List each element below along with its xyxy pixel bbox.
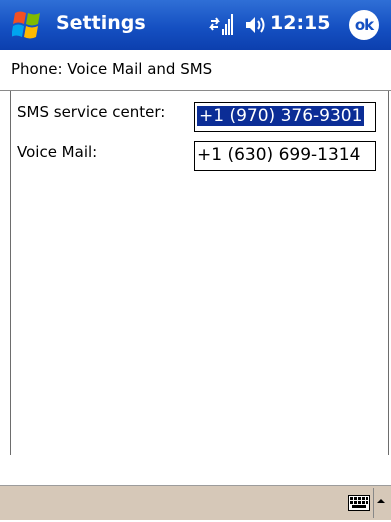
settings-content: SMS service center: +1 (970) 376-9301 Vo… <box>10 91 389 455</box>
voice-mail-value: +1 (630) 699-1314 <box>197 145 361 165</box>
sms-service-center-field[interactable]: +1 (970) 376-9301 <box>194 102 376 132</box>
app-title: Settings <box>56 12 146 34</box>
connectivity-icon[interactable] <box>209 13 235 37</box>
voice-mail-field[interactable]: +1 (630) 699-1314 <box>194 141 376 171</box>
title-bar: Settings 12:15 ok <box>0 0 391 50</box>
sms-service-center-value: +1 (970) 376-9301 <box>197 106 365 126</box>
sip-arrow-up-icon[interactable] <box>373 488 388 518</box>
start-menu-logo[interactable] <box>11 9 46 41</box>
ok-button[interactable]: ok <box>349 10 379 40</box>
page-header: Phone: Voice Mail and SMS <box>0 50 391 91</box>
ok-label: ok <box>354 16 374 34</box>
speaker-icon[interactable] <box>244 14 266 36</box>
voice-mail-label: Voice Mail: <box>17 143 98 161</box>
keyboard-icon[interactable] <box>348 495 370 511</box>
sms-service-center-label: SMS service center: <box>17 103 166 121</box>
page-title: Phone: Voice Mail and SMS <box>11 60 213 78</box>
menu-bar <box>0 485 391 520</box>
clock[interactable]: 12:15 <box>270 12 330 34</box>
